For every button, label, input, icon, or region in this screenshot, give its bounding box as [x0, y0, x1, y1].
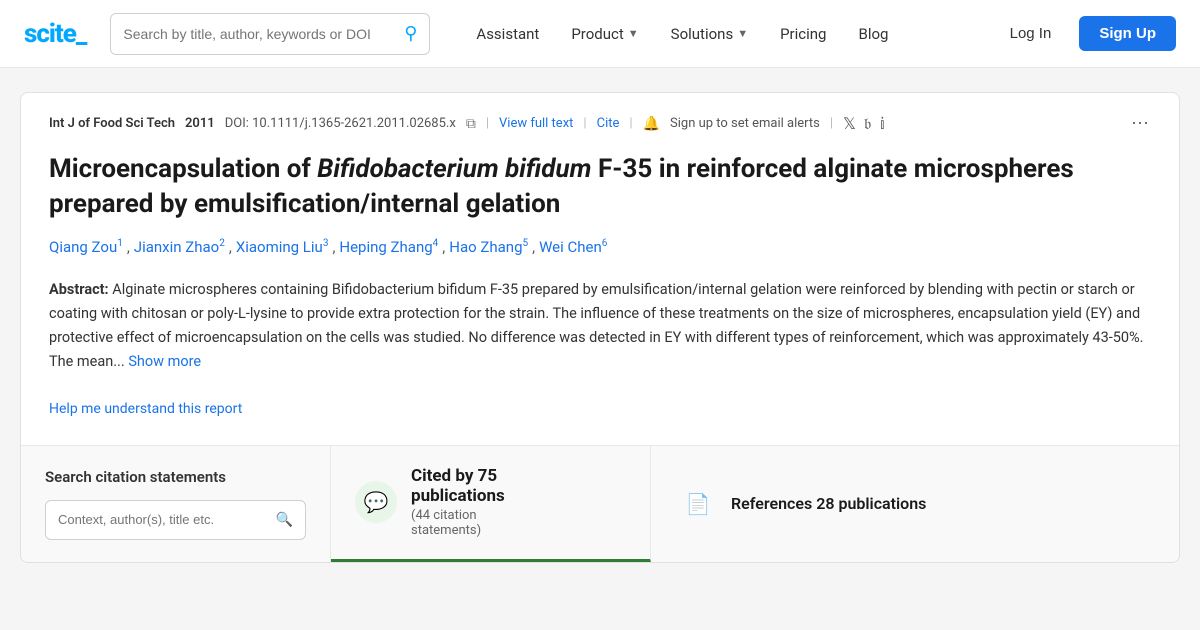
abstract-text: Alginate microspheres containing Bifidob… — [49, 281, 1143, 370]
author-2[interactable]: Jianxin Zhao2 — [134, 238, 225, 256]
left-panel: Search citation statements 🔍 — [21, 446, 331, 562]
search-icon: ⚲ — [404, 23, 417, 44]
tab-references[interactable]: 📄 References 28 publications — [651, 446, 954, 562]
alert-text: Sign up to set email alerts — [670, 116, 820, 131]
bottom-section: Search citation statements 🔍 💬 Cited by … — [21, 446, 1179, 562]
navbar: scite_ ⚲ Assistant Product ▼ Solutions ▼… — [0, 0, 1200, 68]
cited-by-icon: 💬 — [355, 481, 397, 523]
search-bar[interactable]: ⚲ — [110, 13, 430, 55]
copy-icon[interactable]: ⧉ — [466, 116, 476, 132]
chevron-down-icon: ▼ — [737, 27, 748, 40]
article-card: Int J of Food Sci Tech 2011 DOI: 10.1111… — [20, 92, 1180, 563]
social-icons: 𝕏 𝔟 𝕚 — [843, 114, 885, 134]
help-link[interactable]: Help me understand this report — [49, 401, 242, 417]
login-button[interactable]: Log In — [994, 17, 1068, 50]
logo-text: scite_ — [24, 19, 86, 49]
author-5[interactable]: Hao Zhang5 — [449, 238, 528, 256]
author-1[interactable]: Qiang Zou1 — [49, 238, 123, 256]
right-panel: 💬 Cited by 75 publications (44 citation … — [331, 446, 1179, 562]
tab-cited-content: Cited by 75 publications (44 citation st… — [411, 466, 505, 538]
citation-search-bar[interactable]: 🔍 — [45, 500, 306, 540]
publication-year: 2011 — [185, 116, 215, 131]
meta-left: Int J of Food Sci Tech 2011 DOI: 10.1111… — [49, 114, 885, 134]
separator: | — [486, 116, 489, 131]
search-input[interactable] — [123, 26, 398, 42]
nav-links: Assistant Product ▼ Solutions ▼ Pricing … — [462, 17, 993, 51]
nav-solutions[interactable]: Solutions ▼ — [657, 17, 762, 51]
article-meta: Int J of Food Sci Tech 2011 DOI: 10.1111… — [21, 93, 1179, 134]
separator: | — [830, 116, 833, 131]
abstract: Abstract: Alginate microspheres containi… — [21, 270, 1179, 390]
logo[interactable]: scite_ — [24, 19, 86, 49]
chevron-down-icon: ▼ — [628, 27, 639, 40]
bell-icon: 🔔 — [643, 116, 660, 132]
abstract-label: Abstract: — [49, 281, 109, 298]
nav-pricing[interactable]: Pricing — [766, 17, 840, 51]
separator: | — [629, 116, 632, 131]
journal-name: Int J of Food Sci Tech — [49, 116, 175, 131]
separator: | — [583, 116, 586, 131]
citation-search-input[interactable] — [58, 512, 276, 527]
author-6[interactable]: Wei Chen6 — [539, 238, 607, 256]
citation-statements-label: (44 citation statements) — [411, 508, 505, 538]
view-full-text-link[interactable]: View full text — [499, 116, 573, 131]
more-options-button[interactable]: ⋯ — [1131, 113, 1151, 134]
references-label: References 28 publications — [731, 494, 926, 513]
author-3[interactable]: Xiaoming Liu3 — [236, 238, 329, 256]
article-title: Microencapsulation of Bifidobacterium bi… — [21, 134, 1179, 232]
tab-cited-by[interactable]: 💬 Cited by 75 publications (44 citation … — [331, 446, 651, 562]
help-link-container: Help me understand this report — [21, 390, 1179, 445]
search-icon: 🔍 — [276, 512, 293, 528]
nav-product[interactable]: Product ▼ — [557, 17, 652, 51]
cite-link[interactable]: Cite — [597, 116, 620, 131]
cited-by-label: Cited by 75 publications — [411, 466, 505, 506]
nav-actions: Log In Sign Up — [994, 16, 1176, 51]
doi-text: DOI: 10.1111/j.1365-2621.2011.02685.x — [225, 116, 456, 131]
nav-blog[interactable]: Blog — [844, 17, 902, 51]
signup-button[interactable]: Sign Up — [1079, 16, 1176, 51]
linkedin-icon[interactable]: 𝕚 — [879, 114, 885, 133]
references-icon: 📄 — [679, 485, 717, 523]
authors-list: Qiang Zou1, Jianxin Zhao2, Xiaoming Liu3… — [21, 232, 1179, 270]
show-more-link[interactable]: Show more — [128, 353, 201, 370]
search-citations-label: Search citation statements — [45, 468, 306, 486]
nav-assistant[interactable]: Assistant — [462, 17, 553, 51]
twitter-icon[interactable]: 𝕏 — [843, 114, 856, 133]
author-4[interactable]: Heping Zhang4 — [339, 238, 438, 256]
facebook-icon[interactable]: 𝔟 — [864, 114, 871, 134]
